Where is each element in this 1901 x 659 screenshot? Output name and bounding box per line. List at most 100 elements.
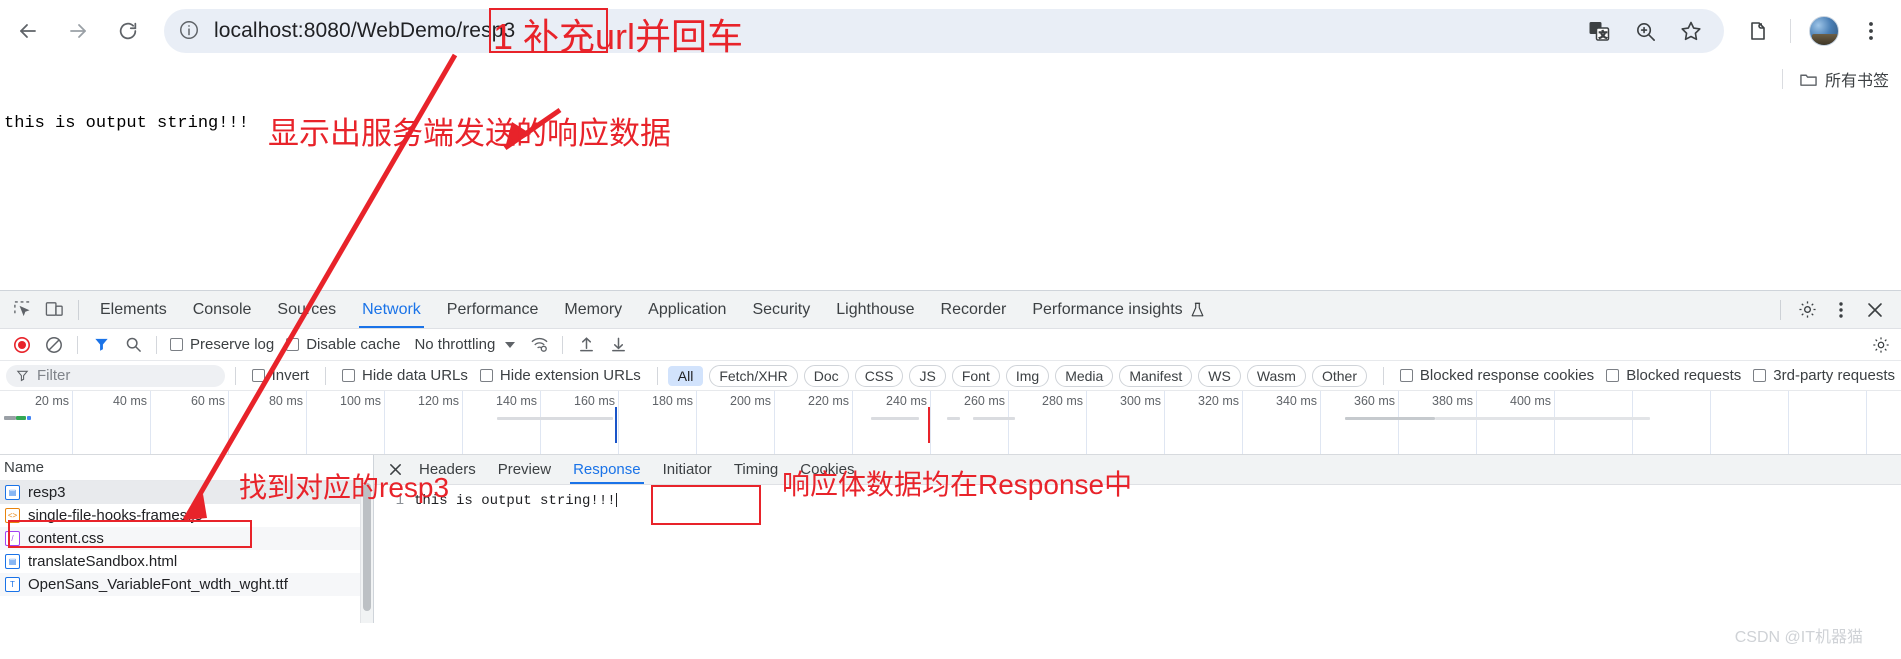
detail-tab-preview[interactable]: Preview: [487, 455, 562, 484]
filter-type-all[interactable]: All: [667, 365, 704, 386]
hide-extension-urls-box[interactable]: [479, 369, 493, 382]
gear-icon[interactable]: [1791, 295, 1823, 325]
filter-type-fetch-xhr[interactable]: Fetch/XHR: [709, 364, 798, 387]
devtools-tab-recorder[interactable]: Recorder: [928, 291, 1020, 328]
translate-icon[interactable]: G 文: [1586, 18, 1612, 44]
hide-data-urls-checkbox[interactable]: Hide data URLs: [336, 367, 474, 384]
reload-button[interactable]: [106, 9, 150, 53]
disable-cache-label: Disable cache: [306, 336, 401, 353]
timeline-tick: 400 ms: [1510, 391, 1555, 454]
detail-tab-cookies[interactable]: Cookies: [789, 455, 865, 484]
overview-bar: [871, 417, 919, 420]
filter-type-wasm[interactable]: Wasm: [1246, 364, 1306, 387]
filter-type-doc[interactable]: Doc: [803, 364, 849, 387]
scrollbar-thumb[interactable]: [363, 483, 371, 611]
timeline-tick: 380 ms: [1432, 391, 1477, 454]
requests-column-header[interactable]: Name: [0, 455, 373, 481]
table-row[interactable]: ▤ translateSandbox.html: [0, 550, 373, 573]
hide-extension-urls-checkbox[interactable]: Hide extension URLs: [474, 367, 647, 384]
detail-close-icon[interactable]: [382, 457, 408, 483]
back-button[interactable]: [6, 9, 50, 53]
table-row[interactable]: ▤ resp3: [0, 481, 373, 504]
detail-tab-timing[interactable]: Timing: [723, 455, 789, 484]
network-overview-timeline[interactable]: 20 ms 40 ms 60 ms 80 ms 100 ms 120 ms 14…: [0, 391, 1901, 455]
upload-har-icon[interactable]: [570, 331, 602, 359]
devtools-tab-memory[interactable]: Memory: [551, 291, 635, 328]
device-toolbar-icon[interactable]: [38, 295, 70, 325]
blocked-requests-checkbox[interactable]: Blocked requests: [1600, 367, 1747, 384]
third-party-requests-box[interactable]: [1753, 369, 1767, 382]
detail-tab-initiator[interactable]: Initiator: [652, 455, 723, 484]
wifi-settings-icon[interactable]: [523, 331, 555, 359]
address-bar[interactable]: localhost:8080/WebDemo/resp3 G 文: [164, 9, 1724, 53]
filter-input[interactable]: Filter: [6, 364, 225, 387]
devtools-tab-security[interactable]: Security: [739, 291, 823, 328]
preserve-log-box[interactable]: [170, 338, 183, 351]
browser-actions: [1724, 16, 1901, 46]
devtools-tab-network[interactable]: Network: [349, 291, 434, 328]
browser-toolbar: localhost:8080/WebDemo/resp3 G 文: [0, 0, 1901, 62]
devtools-tab-sources[interactable]: Sources: [264, 291, 349, 328]
avatar[interactable]: [1809, 16, 1839, 46]
preserve-log-checkbox[interactable]: Preserve log: [164, 336, 280, 353]
invert-checkbox[interactable]: Invert: [246, 367, 316, 384]
site-info-icon[interactable]: [178, 19, 202, 43]
devtools-tab-performance[interactable]: Performance: [434, 291, 552, 328]
zoom-icon[interactable]: [1632, 18, 1658, 44]
devtools-tab-performance-insights[interactable]: Performance insights: [1019, 291, 1217, 328]
filter-type-media[interactable]: Media: [1055, 364, 1114, 387]
blocked-requests-box[interactable]: [1606, 369, 1620, 382]
hide-data-urls-label: Hide data URLs: [362, 367, 468, 384]
timeline-tick-label: 40 ms: [112, 394, 147, 408]
three-dot-menu-icon[interactable]: [1857, 17, 1885, 45]
hide-data-urls-box[interactable]: [342, 369, 356, 382]
forward-button[interactable]: [56, 9, 100, 53]
devtools-tab-lighthouse[interactable]: Lighthouse: [823, 291, 927, 328]
filter-type-other[interactable]: Other: [1311, 364, 1367, 387]
clear-icon[interactable]: [38, 331, 70, 359]
disable-cache-box[interactable]: [286, 338, 300, 351]
filter-type-img[interactable]: Img: [1005, 364, 1050, 387]
requests-scrollbar[interactable]: [360, 481, 373, 623]
devtools-tab-application[interactable]: Application: [635, 291, 739, 328]
star-icon[interactable]: [1678, 18, 1704, 44]
invert-box[interactable]: [251, 369, 265, 382]
devtools-tab-console[interactable]: Console: [180, 291, 265, 328]
filter-type-manifest[interactable]: Manifest: [1119, 364, 1193, 387]
devtools-close-icon[interactable]: [1859, 295, 1891, 325]
filter-type-font[interactable]: Font: [951, 364, 1000, 387]
disable-cache-checkbox[interactable]: Disable cache: [280, 336, 406, 353]
devtools-tabbar: Elements Console Sources Network Perform…: [0, 291, 1901, 329]
extensions-icon[interactable]: [1744, 17, 1772, 45]
annotation-box-response-tab: [651, 485, 761, 525]
table-row[interactable]: T OpenSans_VariableFont_wdth_wght.ttf: [0, 573, 373, 596]
filter-type-ws[interactable]: WS: [1198, 364, 1241, 387]
devtools-tab-elements[interactable]: Elements: [87, 291, 180, 328]
throttling-dropdown[interactable]: No throttling: [406, 336, 523, 353]
detail-tab-headers[interactable]: Headers: [408, 455, 487, 484]
overview-bar: [27, 416, 31, 420]
response-body[interactable]: 1 this is output string!!!: [374, 485, 1901, 509]
all-bookmarks-button[interactable]: 所有书签: [1793, 65, 1895, 93]
network-settings-gear-icon[interactable]: [1869, 331, 1901, 359]
detail-tab-response[interactable]: Response: [562, 455, 652, 484]
inspect-element-icon[interactable]: [6, 295, 38, 325]
filter-type-js[interactable]: JS: [909, 364, 946, 387]
address-bar-url[interactable]: localhost:8080/WebDemo/resp3: [214, 19, 515, 43]
timeline-tick-label: 60 ms: [190, 394, 225, 408]
search-icon[interactable]: [117, 331, 149, 359]
toolbar-divider-3: [562, 335, 564, 354]
devtools-tabbar-actions: [1772, 295, 1901, 325]
back-arrow-icon: [16, 19, 40, 43]
line-text: this is output string!!!: [414, 493, 616, 509]
blocked-response-cookies-box[interactable]: [1399, 369, 1413, 382]
filter-funnel-icon[interactable]: [85, 331, 117, 359]
blocked-response-cookies-checkbox[interactable]: Blocked response cookies: [1394, 367, 1600, 384]
filter-divider-2: [325, 366, 327, 385]
download-har-icon[interactable]: [602, 331, 634, 359]
record-stop-icon[interactable]: [6, 331, 38, 359]
filter-type-css[interactable]: CSS: [854, 364, 904, 387]
timeline-tick-label: 80 ms: [268, 394, 303, 408]
devtools-more-icon[interactable]: [1825, 295, 1857, 325]
third-party-requests-checkbox[interactable]: 3rd-party requests: [1747, 367, 1901, 384]
